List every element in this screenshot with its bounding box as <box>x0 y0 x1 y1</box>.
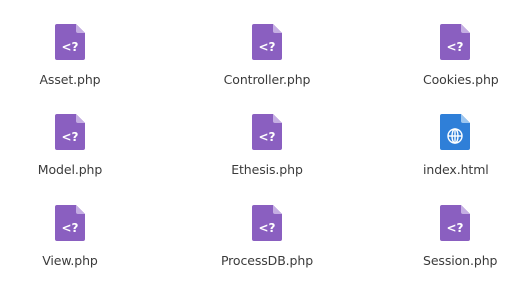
php-glyph: <? <box>258 40 275 54</box>
php-file-icon: <? <box>55 205 85 241</box>
file-name-label: Ethesis.php <box>231 162 303 177</box>
php-file-icon: <? <box>440 205 470 241</box>
php-file-icon: <? <box>440 24 470 60</box>
file-item[interactable]: <? Ethesis.php <box>202 114 332 194</box>
file-item[interactable]: <? Cookies.php <box>398 24 505 104</box>
php-glyph: <? <box>446 40 463 54</box>
file-item[interactable]: <? ProcessDB.php <box>202 205 332 285</box>
file-name-label: Model.php <box>37 162 103 177</box>
php-glyph: <? <box>258 221 275 235</box>
file-name-label: ProcessDB.php <box>220 253 314 268</box>
php-glyph: <? <box>61 221 78 235</box>
php-glyph: <? <box>61 130 78 144</box>
file-item[interactable]: <? Model.php <box>5 114 135 194</box>
file-name-label: View.php <box>42 253 98 268</box>
file-item[interactable]: <? Controller.php <box>202 24 332 104</box>
php-glyph: <? <box>446 221 463 235</box>
file-grid-view: <? Asset.php <? Controller.php <? Cookies.php… <box>0 0 505 291</box>
php-file-icon: <? <box>252 114 282 150</box>
file-name-label: Asset.php <box>39 72 101 87</box>
file-name-label: Cookies.php <box>423 72 499 87</box>
php-file-icon: <? <box>252 24 282 60</box>
file-item[interactable]: <? Session.php <box>398 205 505 285</box>
file-item[interactable]: <? Asset.php <box>5 24 135 104</box>
php-file-icon: <? <box>252 205 282 241</box>
php-file-icon: <? <box>55 114 85 150</box>
file-name-label: Session.php <box>423 253 498 268</box>
file-name-label: Controller.php <box>223 72 311 87</box>
file-item[interactable]: <? View.php <box>5 205 135 285</box>
php-file-icon: <? <box>55 24 85 60</box>
file-item[interactable]: index.html <box>398 114 505 194</box>
html-file-icon <box>440 114 470 150</box>
php-glyph: <? <box>258 130 275 144</box>
file-name-label: index.html <box>423 162 489 177</box>
php-glyph: <? <box>61 40 78 54</box>
